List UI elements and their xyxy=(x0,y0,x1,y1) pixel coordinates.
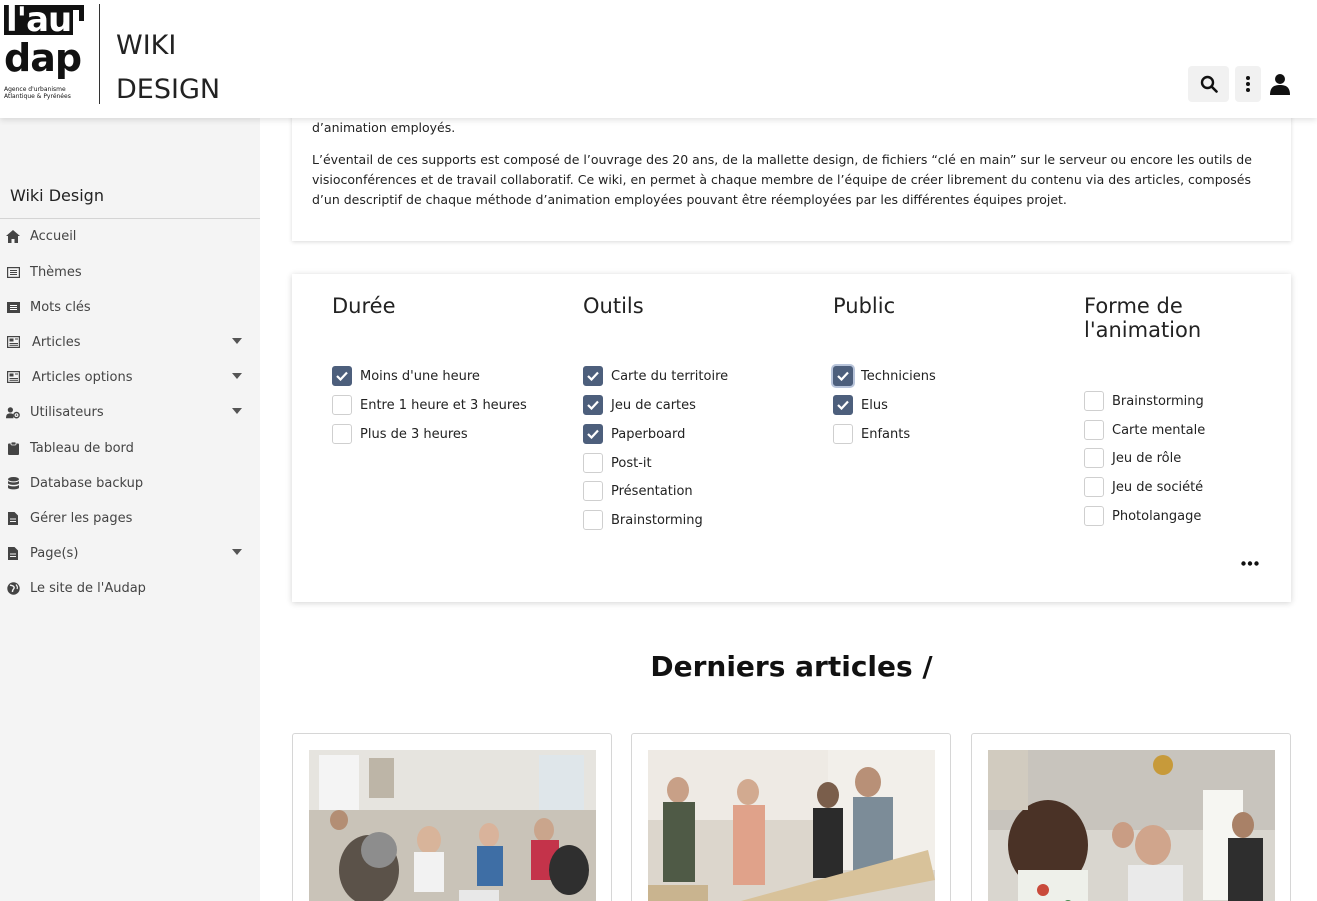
checkbox-option[interactable]: Jeu de cartes xyxy=(583,394,696,416)
checkbox-option[interactable]: Entre 1 heure et 3 heures xyxy=(332,394,527,416)
list-icon xyxy=(6,265,20,279)
latest-articles-title: Derniers articles / xyxy=(650,650,933,683)
filter-panel: Durée Moins d'une heure Entre 1 heure et… xyxy=(292,274,1291,602)
more-vertical-icon xyxy=(1246,76,1250,92)
checkbox-option[interactable]: Brainstorming xyxy=(1084,390,1204,412)
chevron-down-icon xyxy=(232,549,242,555)
article-image[interactable] xyxy=(648,750,935,901)
checkbox-option[interactable]: Photolangage xyxy=(1084,505,1201,527)
checkbox[interactable] xyxy=(583,395,603,415)
chevron-down-icon xyxy=(232,373,242,379)
sidebar: Wiki Design Accueil Thèmes Mots clés Art… xyxy=(0,118,260,901)
checkbox[interactable] xyxy=(583,453,603,473)
filter-title-public: Public xyxy=(833,294,896,318)
checkbox[interactable] xyxy=(1084,506,1104,526)
intro-card: d’animation employés. L’éventail de ces … xyxy=(292,100,1291,241)
intro-paragraph-1: d’animation employés. xyxy=(312,120,456,135)
checkbox[interactable] xyxy=(332,366,352,386)
checkbox[interactable] xyxy=(583,481,603,501)
sidebar-divider xyxy=(0,218,260,219)
checkbox[interactable] xyxy=(332,395,352,415)
more-horizontal-icon xyxy=(1241,560,1259,566)
check-icon xyxy=(837,400,849,410)
check-icon xyxy=(587,371,599,381)
logo-corner-mark xyxy=(62,5,84,21)
checkbox-option[interactable]: Jeu de rôle xyxy=(1084,447,1181,469)
checkbox-option[interactable]: Elus xyxy=(833,394,888,416)
sidebar-item-tableau-de-bord[interactable]: Tableau de bord xyxy=(0,433,260,463)
checkbox-option[interactable]: Paperboard xyxy=(583,423,685,445)
checkbox-option[interactable]: Jeu de société xyxy=(1084,476,1203,498)
sidebar-item-site-audap[interactable]: Le site de l'Audap xyxy=(0,573,260,603)
checkbox[interactable] xyxy=(833,366,853,386)
check-icon xyxy=(587,429,599,439)
checkbox[interactable] xyxy=(833,395,853,415)
more-options-button[interactable] xyxy=(1235,66,1261,102)
checkbox[interactable] xyxy=(1084,448,1104,468)
checkbox-option[interactable]: Brainstorming xyxy=(583,509,703,531)
database-icon xyxy=(6,476,20,490)
show-more-filters-button[interactable] xyxy=(1238,554,1262,572)
checkbox-option[interactable]: Plus de 3 heures xyxy=(332,423,468,445)
article-image[interactable] xyxy=(988,750,1275,901)
search-button[interactable] xyxy=(1188,66,1229,102)
intro-paragraph-2: L’éventail de ces supports est composé d… xyxy=(312,152,1252,207)
sidebar-item-database-backup[interactable]: Database backup xyxy=(0,468,260,498)
sidebar-item-accueil[interactable]: Accueil xyxy=(0,221,260,251)
site-title[interactable]: WIKI DESIGN xyxy=(116,24,220,112)
checkbox-option[interactable]: Moins d'une heure xyxy=(332,365,480,387)
checkbox[interactable] xyxy=(1084,391,1104,411)
sidebar-title: Wiki Design xyxy=(10,186,104,205)
sidebar-item-utilisateurs[interactable]: Utilisateurs xyxy=(0,397,260,427)
sidebar-item-articles-options[interactable]: Articles options xyxy=(0,362,260,392)
file-icon xyxy=(6,511,20,525)
checkbox-option[interactable]: Enfants xyxy=(833,423,910,445)
checkbox-option[interactable]: Présentation xyxy=(583,480,693,502)
filter-title-forme: Forme de l'animation xyxy=(1084,294,1202,342)
check-icon xyxy=(837,371,849,381)
logo-line2: dap xyxy=(4,36,82,80)
user-account-button[interactable] xyxy=(1266,66,1294,102)
sidebar-item-gerer-les-pages[interactable]: Gérer les pages xyxy=(0,503,260,533)
users-cog-icon xyxy=(6,405,20,419)
search-icon xyxy=(1200,75,1218,93)
sidebar-item-articles[interactable]: Articles xyxy=(0,327,260,357)
check-icon xyxy=(336,371,348,381)
article-card[interactable] xyxy=(631,733,951,901)
list-icon xyxy=(6,300,20,314)
article-card[interactable] xyxy=(971,733,1291,901)
checkbox[interactable] xyxy=(583,366,603,386)
clipboard-icon xyxy=(6,441,20,455)
sidebar-item-mots-cles[interactable]: Mots clés xyxy=(0,292,260,322)
sidebar-item-pages[interactable]: Page(s) xyxy=(0,538,260,568)
logo-tagline: Agence d'urbanisme Atlantique & Pyrénées xyxy=(4,86,71,100)
top-header: l'au dap Agence d'urbanisme Atlantique &… xyxy=(0,0,1317,118)
checkbox[interactable] xyxy=(1084,420,1104,440)
check-icon xyxy=(587,400,599,410)
home-icon xyxy=(6,229,20,243)
file-icon xyxy=(6,546,20,560)
header-divider xyxy=(99,4,100,104)
newspaper-icon xyxy=(6,335,20,349)
chevron-down-icon xyxy=(232,408,242,414)
checkbox-option[interactable]: Carte du territoire xyxy=(583,365,728,387)
article-card[interactable] xyxy=(292,733,612,901)
checkbox-option[interactable]: Carte mentale xyxy=(1084,419,1205,441)
chevron-down-icon xyxy=(232,338,242,344)
checkbox-option[interactable]: Post-it xyxy=(583,452,652,474)
checkbox[interactable] xyxy=(332,424,352,444)
checkbox[interactable] xyxy=(583,510,603,530)
checkbox[interactable] xyxy=(833,424,853,444)
sidebar-item-themes[interactable]: Thèmes xyxy=(0,257,260,287)
user-icon xyxy=(1270,74,1290,95)
audap-logo[interactable]: l'au dap Agence d'urbanisme Atlantique &… xyxy=(4,2,86,104)
newspaper-icon xyxy=(6,370,20,384)
checkbox[interactable] xyxy=(583,424,603,444)
article-image[interactable] xyxy=(309,750,596,901)
globe-icon xyxy=(6,581,20,595)
filter-title-duree: Durée xyxy=(332,294,396,318)
filter-title-outils: Outils xyxy=(583,294,644,318)
checkbox-option[interactable]: Techniciens xyxy=(833,365,936,387)
checkbox[interactable] xyxy=(1084,477,1104,497)
